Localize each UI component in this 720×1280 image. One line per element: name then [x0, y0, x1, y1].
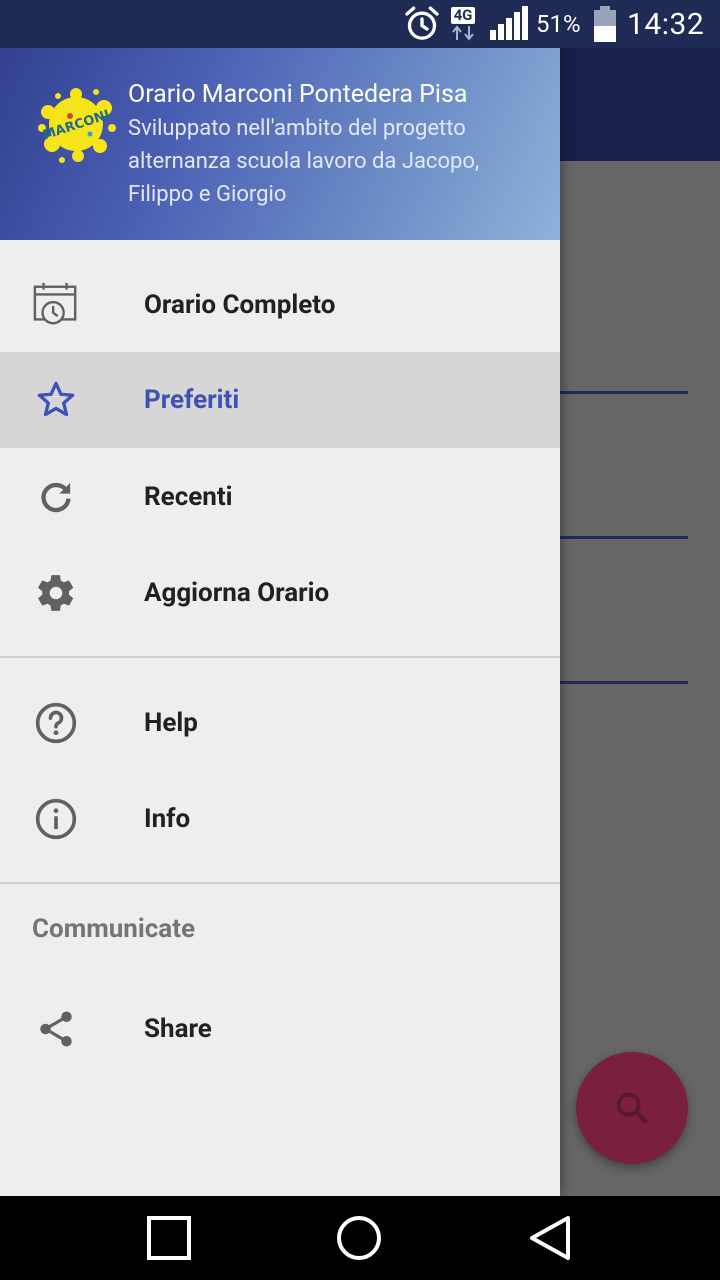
recent-apps-button[interactable] — [143, 1212, 195, 1264]
list-divider — [560, 681, 688, 684]
alarm-icon — [402, 0, 442, 48]
drawer-item-label: Help — [144, 708, 198, 738]
screen: 4G 51% 14:32 MARCONI Orario Marconi Pont… — [0, 0, 720, 1280]
navigation-bar — [0, 1196, 720, 1280]
search-icon — [616, 1092, 648, 1124]
back-button[interactable] — [524, 1212, 576, 1264]
drawer-item-preferiti[interactable]: Preferiti — [0, 352, 560, 448]
drawer-item-aggiorna-orario[interactable]: Aggiorna Orario — [0, 545, 560, 641]
circle-icon — [337, 1216, 381, 1260]
battery-percentage: 51% — [536, 10, 581, 38]
drawer-item-share[interactable]: Share — [0, 981, 560, 1077]
share-icon — [32, 1005, 80, 1053]
square-icon — [147, 1216, 191, 1260]
battery-icon — [592, 0, 618, 48]
back-triangle-icon — [530, 1216, 570, 1260]
refresh-icon — [32, 473, 80, 521]
signal-icon — [488, 0, 530, 48]
network-type-label: 4G — [450, 6, 476, 24]
home-button[interactable] — [333, 1212, 385, 1264]
section-title-communicate: Communicate — [32, 914, 196, 944]
drawer-divider — [0, 882, 560, 884]
gear-icon — [32, 569, 80, 617]
navigation-drawer: MARCONI Orario Marconi Pontedera Pisa Sv… — [0, 0, 560, 1196]
info-circle-icon — [32, 795, 80, 843]
status-bar: 4G 51% 14:32 — [0, 0, 720, 48]
app-logo: MARCONI — [34, 82, 118, 166]
app-title: Orario Marconi Pontedera Pisa — [128, 80, 468, 109]
list-divider — [560, 536, 688, 539]
drawer-item-label: Preferiti — [144, 385, 240, 415]
list-divider — [560, 391, 688, 394]
drawer-item-label: Orario Completo — [144, 290, 336, 320]
help-circle-icon — [32, 699, 80, 747]
drawer-item-orario-completo[interactable]: Orario Completo — [0, 257, 560, 353]
drawer-item-label: Aggiorna Orario — [144, 578, 330, 608]
search-fab-button[interactable] — [576, 1052, 688, 1164]
clock: 14:32 — [627, 6, 705, 42]
drawer-item-info[interactable]: Info — [0, 771, 560, 867]
star-icon — [32, 376, 80, 424]
drawer-item-label: Share — [144, 1014, 212, 1044]
network-4g-icon: 4G — [448, 0, 478, 48]
drawer-item-label: Info — [144, 804, 191, 834]
drawer-item-recenti[interactable]: Recenti — [0, 449, 560, 545]
drawer-item-help[interactable]: Help — [0, 675, 560, 771]
calendar-clock-icon — [32, 281, 80, 329]
app-subtitle: Sviluppato nell'ambito del progetto alte… — [128, 116, 480, 207]
drawer-item-label: Recenti — [144, 482, 233, 512]
drawer-divider — [0, 656, 560, 658]
